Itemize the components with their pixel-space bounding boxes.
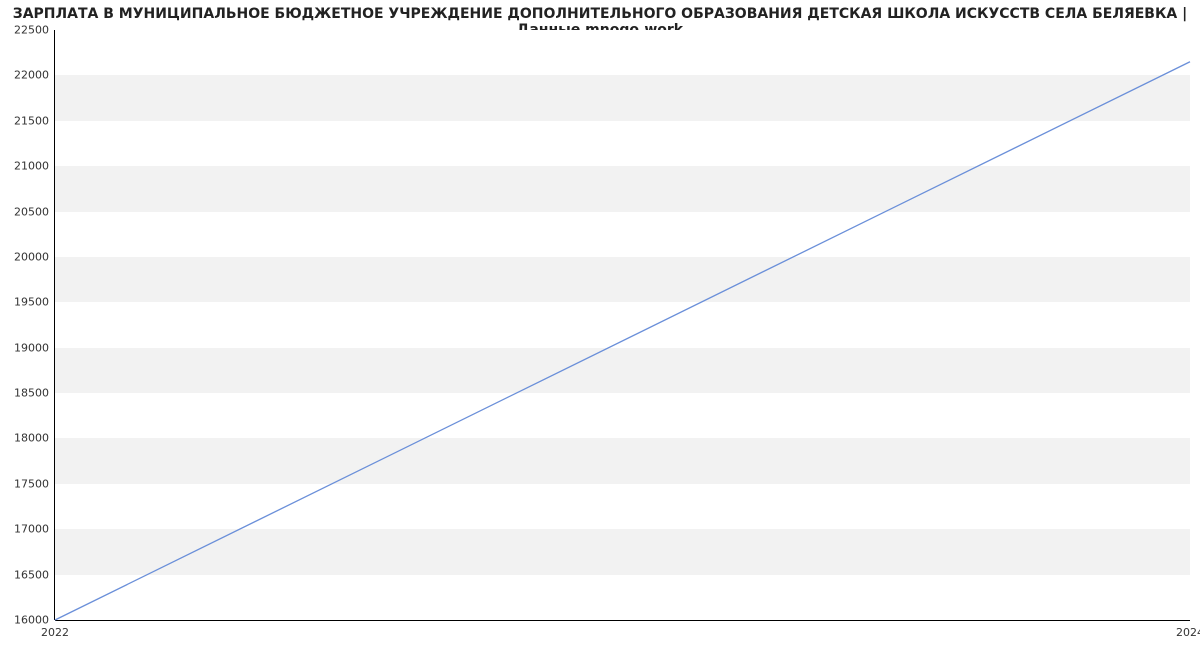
y-tick-label: 18500 [14,387,49,400]
y-tick-label: 16000 [14,614,49,627]
y-tick-label: 17000 [14,523,49,536]
y-tick-label: 16500 [14,568,49,581]
y-tick-label: 22500 [14,24,49,37]
y-tick-label: 22000 [14,69,49,82]
y-tick-label: 17500 [14,477,49,490]
y-tick-label: 21000 [14,160,49,173]
y-tick-label: 19500 [14,296,49,309]
y-tick-label: 21500 [14,114,49,127]
y-tick-label: 20000 [14,250,49,263]
y-tick-label: 18000 [14,432,49,445]
x-axis-line [55,620,1190,621]
y-tick-label: 20500 [14,205,49,218]
plot-area-wrapper: 1600016500170001750018000185001900019500… [55,30,1190,620]
x-tick-label: 2024 [1176,626,1200,639]
y-tick-label: 19000 [14,341,49,354]
x-tick-label: 2022 [41,626,69,639]
line-layer [55,30,1190,620]
series-line [55,62,1190,620]
